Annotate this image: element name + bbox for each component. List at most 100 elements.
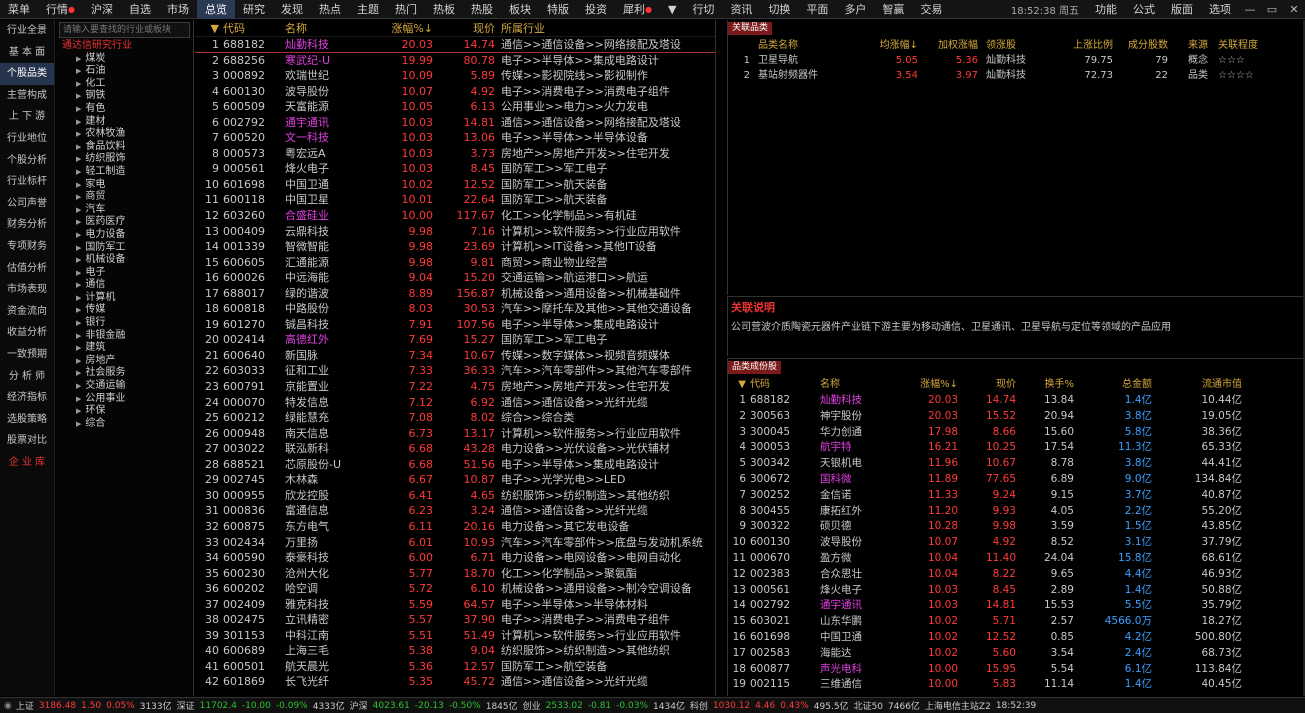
nav-item-9[interactable]: 财务分析 [0,214,54,236]
nav-item-7[interactable]: 行业标杆 [0,171,54,193]
tree-node[interactable]: ▶ 环保 [56,405,193,418]
menu-item-22[interactable]: 多户 [836,0,874,19]
stock-name[interactable]: 雅克科技 [285,597,373,613]
related-category-tab[interactable]: 关联品类 [728,22,773,35]
nav-item-11[interactable]: 估值分析 [0,258,54,280]
expand-icon[interactable]: ▶ [76,407,81,415]
table-row[interactable]: 8 000573 粤宏远A 10.03 3.73 房地产>>房地产开发>>住宅开发 [195,146,715,162]
table-row[interactable]: 19 002115 三维通信 10.00 5.83 11.14 1.4亿 40.45亿 [728,677,1305,693]
stock-name[interactable]: 征和工业 [285,363,373,379]
leader-stock[interactable]: 灿勤科技 [978,68,1048,83]
nav-item-8[interactable]: 公司声誉 [0,193,54,215]
table-row[interactable]: 38 002475 立讯精密 5.57 37.90 电子>>消费电子>>消费电子组件 [195,612,715,628]
stock-name[interactable]: 云鼎科技 [285,224,373,240]
tree-node[interactable]: ▶ 商贸 [56,191,193,204]
table-row[interactable]: 4 300053 航宇特 16.21 10.25 17.54 11.3亿 65.33亿 [728,440,1305,456]
stock-name[interactable]: 汇通能源 [285,255,373,271]
stock-name[interactable]: 航天晨光 [285,659,373,675]
stock-name[interactable]: 神宇股份 [820,409,900,425]
header-leader[interactable]: 领涨股 [978,38,1048,53]
stock-name[interactable]: 绿能慧充 [285,410,373,426]
tree-node[interactable]: ▶ 计算机 [56,292,193,305]
stock-name[interactable]: 中国卫通 [285,177,373,193]
table-row[interactable]: 25 600212 绿能慧充 7.08 8.02 综合>>综合类 [195,410,715,426]
nav-item-2[interactable]: 个股品类 [0,63,54,85]
table-row[interactable]: 23 600791 京能置业 7.22 4.75 房地产>>房地产开发>>住宅开发 [195,379,715,395]
table-row[interactable]: 5 600509 天富能源 10.05 6.13 公用事业>>电力>>火力发电 [195,99,715,115]
table-row[interactable]: 15 603021 山东华鹏 10.02 5.71 2.57 4566.0万 18.27亿 [728,614,1305,630]
table-row[interactable]: 16 601698 中国卫通 10.02 12.52 0.85 4.2亿 500.80亿 [728,630,1305,646]
table-row[interactable]: 10 601698 中国卫通 10.02 12.52 国防军工>>航天装备 [195,177,715,193]
nav-item-20[interactable]: 企 业 库 [0,452,54,474]
table-row[interactable]: 5 300342 天银机电 11.96 10.67 8.78 3.8亿 44.41亿 [728,456,1305,472]
menu-item-18[interactable]: 行切 [684,0,722,19]
stock-name[interactable]: 灿勤科技 [285,37,373,52]
menu-right-1[interactable]: 公式 [1125,0,1163,19]
header-amount[interactable]: 总金额 [1074,376,1152,393]
table-row[interactable]: 40 600689 上海三毛 5.38 9.04 纺织服饰>>纺织制造>>其他纺织 [195,643,715,659]
table-row[interactable]: 31 000836 富通信息 6.23 3.24 通信>>通信设备>>光纤光缆 [195,503,715,519]
tree-node[interactable]: ▶ 综合 [56,418,193,431]
menu-item-10[interactable]: 热门 [387,0,425,19]
stock-name[interactable]: 文一科技 [285,130,373,146]
tree-node[interactable]: ▶ 非银金融 [56,330,193,343]
expand-icon[interactable]: ▶ [76,168,81,176]
stock-name[interactable]: 盈方微 [820,551,900,567]
stock-name[interactable]: 绿的谐波 [285,286,373,302]
tree-node[interactable]: ▶ 建材 [56,116,193,129]
stock-name[interactable]: 寒武纪-U [285,53,373,69]
table-row[interactable]: 18 600818 中路股份 8.03 30.53 汽车>>摩托车及其他>>其他交通设备 [195,301,715,317]
stock-name[interactable]: 通宇通讯 [285,115,373,131]
nav-item-15[interactable]: 一致预期 [0,344,54,366]
nav-item-4[interactable]: 上 下 游 [0,106,54,128]
stock-name[interactable]: 中路股份 [285,301,373,317]
table-row[interactable]: 13 000561 烽火电子 10.03 8.45 2.89 1.4亿 50.88亿 [728,583,1305,599]
table-row[interactable]: 7 300252 金信诺 11.33 9.24 9.15 3.7亿 40.87亿 [728,488,1305,504]
stock-name[interactable]: 铖昌科技 [285,317,373,333]
header-turnover[interactable]: 换手% [1016,376,1074,393]
menu-item-1[interactable]: 行情● [38,0,83,19]
expand-icon[interactable]: ▶ [76,143,81,151]
table-row[interactable]: 9 300322 硕贝德 10.28 9.98 3.59 1.5亿 43.85亿 [728,519,1305,535]
stock-name[interactable]: 高德红外 [285,332,373,348]
stock-name[interactable]: 通宇通讯 [820,598,900,614]
menu-right-3[interactable]: 选项 [1201,0,1239,19]
table-row[interactable]: 3 300045 华力创通 17.98 8.66 15.60 5.8亿 38.36亿 [728,425,1305,441]
expand-icon[interactable]: ▶ [76,395,81,403]
expand-icon[interactable]: ▶ [76,80,81,88]
table-row[interactable]: 3 000892 欢瑞世纪 10.09 5.89 传媒>>影视院线>>影视制作 [195,68,715,84]
table-row[interactable]: 9 000561 烽火电子 10.03 8.45 国防军工>>军工电子 [195,161,715,177]
header-name[interactable]: 名称 [820,376,900,393]
header-industry[interactable]: 所属行业 [495,20,705,36]
stock-name[interactable]: 合盛硅业 [285,208,373,224]
header-market-value[interactable]: 流通市值 [1152,376,1242,393]
stock-name[interactable]: 立讯精密 [285,612,373,628]
stock-name[interactable]: 沧州大化 [285,566,373,582]
tree-root[interactable]: 通达信研究行业 [56,40,193,53]
menu-item-21[interactable]: 平面 [798,0,836,19]
menu-item-8[interactable]: 热点 [311,0,349,19]
expand-icon[interactable]: ▶ [76,256,81,264]
minimize-icon[interactable]: — [1239,0,1261,19]
nav-item-13[interactable]: 资金流向 [0,301,54,323]
table-row[interactable]: 41 600501 航天晨光 5.36 12.57 国防军工>>航空装备 [195,659,715,675]
tree-node[interactable]: ▶ 电力设备 [56,229,193,242]
stock-name[interactable]: 欣龙控股 [285,488,373,504]
status-icon[interactable]: ◉ [4,701,12,711]
stock-name[interactable]: 泰豪科技 [285,550,373,566]
nav-item-6[interactable]: 个股分析 [0,150,54,172]
tree-node[interactable]: ▶ 钢铁 [56,90,193,103]
tree-node[interactable]: ▶ 农林牧渔 [56,128,193,141]
stock-name[interactable]: 欢瑞世纪 [285,68,373,84]
table-row[interactable]: 15 600605 汇通能源 9.98 9.81 商贸>>商业物业经营 [195,255,715,271]
tree-node[interactable]: ▶ 国防军工 [56,242,193,255]
menu-item-17[interactable]: ▼ [660,0,684,19]
table-row[interactable]: 8 300455 康拓红外 11.20 9.93 4.05 2.2亿 55.20亿 [728,504,1305,520]
table-row[interactable]: 17 688017 绿的谐波 8.89 156.87 机械设备>>通用设备>>机械基础件 [195,286,715,302]
tree-node[interactable]: ▶ 汽车 [56,204,193,217]
table-row[interactable]: 7 600520 文一科技 10.03 13.06 电子>>半导体>>半导体设备 [195,130,715,146]
tree-node[interactable]: ▶ 交通运输 [56,380,193,393]
menu-item-3[interactable]: 自选 [121,0,159,19]
stock-name[interactable]: 山东华鹏 [820,614,900,630]
tree-node[interactable]: ▶ 社会服务 [56,367,193,380]
